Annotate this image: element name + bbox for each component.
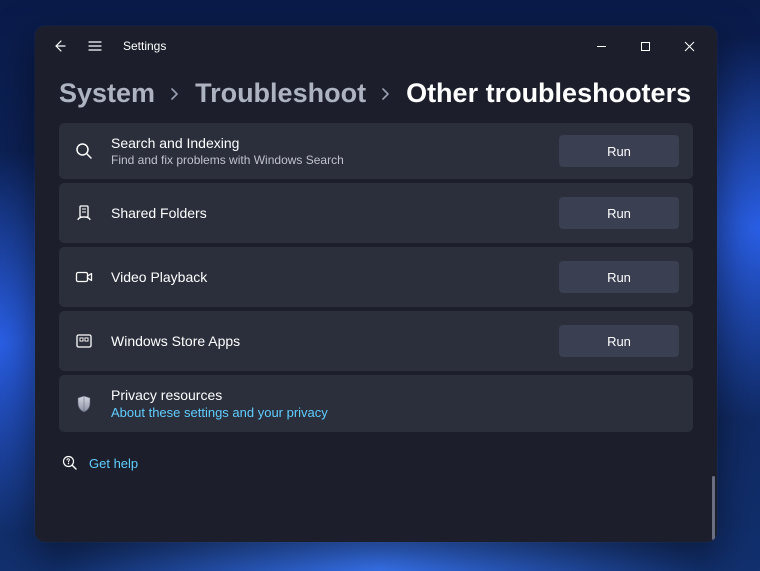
breadcrumb: System Troubleshoot Other troubleshooter… <box>59 80 693 107</box>
shared-folders-icon <box>73 202 95 224</box>
chevron-right-icon <box>380 86 392 102</box>
run-button[interactable]: Run <box>559 197 679 229</box>
store-apps-icon <box>73 330 95 352</box>
row-subtitle: Find and fix problems with Windows Searc… <box>111 153 543 167</box>
row-title: Windows Store Apps <box>111 333 543 349</box>
run-button[interactable]: Run <box>559 261 679 293</box>
video-icon <box>73 266 95 288</box>
privacy-link[interactable]: About these settings and your privacy <box>111 405 679 420</box>
breadcrumb-system[interactable]: System <box>59 80 155 107</box>
run-button[interactable]: Run <box>559 325 679 357</box>
troubleshooter-list: Search and Indexing Find and fix problem… <box>59 123 693 432</box>
run-button[interactable]: Run <box>559 135 679 167</box>
row-title: Shared Folders <box>111 205 543 221</box>
maximize-button[interactable] <box>623 30 667 62</box>
privacy-resources-row[interactable]: Privacy resources About these settings a… <box>59 375 693 432</box>
app-title: Settings <box>123 39 166 53</box>
scrollbar-thumb[interactable] <box>712 476 715 540</box>
row-title: Video Playback <box>111 269 543 285</box>
row-title: Search and Indexing <box>111 135 543 151</box>
get-help-link[interactable]: Get help <box>89 456 138 471</box>
search-icon <box>73 140 95 162</box>
breadcrumb-other-troubleshooters: Other troubleshooters <box>406 80 691 107</box>
settings-window: Settings System Troub <box>35 26 717 542</box>
minimize-button[interactable] <box>579 30 623 62</box>
content-area: System Troubleshoot Other troubleshooter… <box>35 66 717 542</box>
footer: Get help <box>59 454 693 472</box>
troubleshooter-row-shared-folders[interactable]: Shared Folders Run <box>59 183 693 243</box>
chevron-right-icon <box>169 86 181 102</box>
help-icon <box>61 454 79 472</box>
troubleshooter-row-search-indexing[interactable]: Search and Indexing Find and fix problem… <box>59 123 693 179</box>
troubleshooter-row-windows-store-apps[interactable]: Windows Store Apps Run <box>59 311 693 371</box>
shield-icon <box>73 393 95 415</box>
close-button[interactable] <box>667 30 711 62</box>
back-icon[interactable] <box>51 38 67 54</box>
hamburger-icon[interactable] <box>87 38 103 54</box>
breadcrumb-troubleshoot[interactable]: Troubleshoot <box>195 80 366 107</box>
troubleshooter-row-video-playback[interactable]: Video Playback Run <box>59 247 693 307</box>
desktop-background: Settings System Troub <box>0 0 760 571</box>
row-title: Privacy resources <box>111 387 679 403</box>
titlebar: Settings <box>35 26 717 66</box>
